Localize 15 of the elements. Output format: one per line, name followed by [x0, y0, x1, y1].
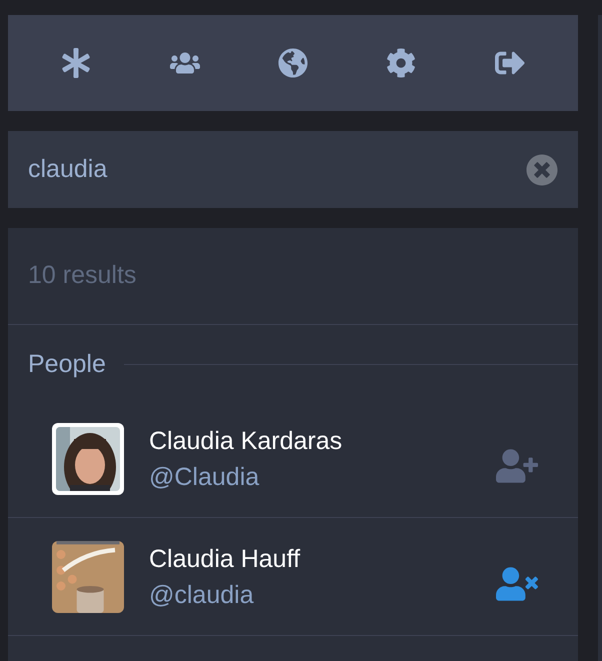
person-row[interactable]: Claudia Kardaras @Claudia — [8, 400, 578, 518]
settings-icon — [386, 48, 416, 78]
results-count: 10 results — [28, 260, 136, 292]
globe-icon — [278, 48, 308, 78]
person-handle: @Claudia — [149, 462, 260, 492]
person-handle: @claudia — [149, 580, 255, 610]
remove-user-icon[interactable] — [496, 566, 538, 600]
search-field[interactable]: claudia — [28, 150, 526, 188]
search-box[interactable]: claudia — [8, 131, 578, 208]
clear-icon[interactable] — [526, 154, 558, 186]
asterisk-icon — [61, 48, 92, 78]
person-name: Claudia Hauff — [149, 544, 302, 574]
person-row[interactable]: Claudia Hauff @claudia — [8, 518, 578, 636]
person-name: Claudia Kardaras — [149, 426, 344, 456]
section-heading: People — [28, 348, 106, 380]
